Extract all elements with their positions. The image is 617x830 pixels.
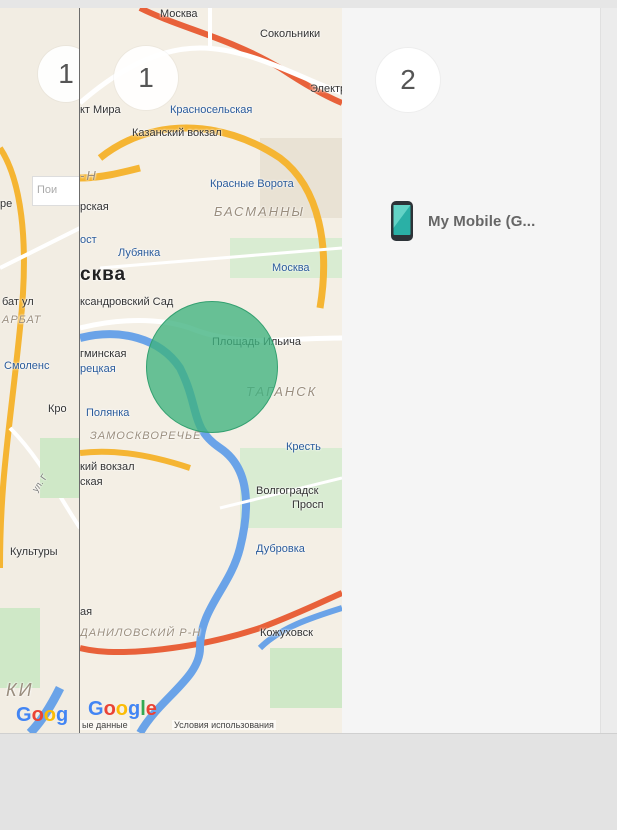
map-district-label: БАСМАННЫ (214, 204, 306, 219)
map-label: кий вокзал (80, 461, 135, 473)
map-label: ская (80, 476, 103, 488)
metro-label: Лубянка (118, 247, 161, 259)
map-data-link[interactable]: ые данные (80, 720, 130, 730)
map-label: ксандровский Сад (80, 296, 174, 308)
metro-label: Красные Ворота (210, 178, 294, 190)
map-label: бат ул (2, 296, 34, 308)
map-label: Кожуховск (260, 627, 313, 639)
step-number-1: 1 (114, 46, 178, 110)
device-item[interactable]: My Mobile (G... (390, 200, 535, 242)
device-name: My Mobile (G... (428, 212, 536, 230)
column-divider (79, 8, 80, 829)
google-logo: Google (88, 698, 157, 720)
map-district-label: КИ (6, 680, 34, 700)
map-label: Волгоградск (256, 485, 319, 497)
map-left-partial[interactable]: ре бат ул АРБАТ Смоленс Кро ул. Г Культу… (0, 8, 80, 733)
map-district-label: -Н (80, 168, 98, 183)
metro-label: Красносельская (170, 104, 253, 116)
map-city-label: сква (80, 264, 127, 285)
metro-label: Дубровка (256, 543, 305, 555)
metro-label: Кресть (286, 441, 321, 453)
metro-label: ост (80, 234, 97, 246)
map-label: Просп (292, 499, 324, 511)
map-label: ая (80, 606, 93, 618)
map-label: Сокольники (260, 28, 321, 40)
map-label: Москва (160, 8, 198, 20)
device-panel (342, 8, 600, 733)
map-district-label: ДАНИЛОВСКИЙ Р-Н (80, 627, 202, 639)
map-label: Культуры (10, 546, 58, 558)
map-main[interactable]: Москва Сокольники Электр кт Мира Краснос… (80, 8, 342, 733)
metro-label: Смоленс (4, 360, 50, 372)
smartphone-icon (391, 201, 413, 241)
metro-label: Полянка (86, 407, 130, 419)
map-label: рская (80, 201, 109, 213)
map-district-label: ЗАМОСКВОРЕЧЬЕ (90, 430, 202, 442)
map-terms-link[interactable]: Условия использования (172, 720, 276, 730)
bottom-area (0, 733, 617, 830)
map-label: гминская (80, 348, 127, 360)
map-label: Кро (48, 403, 67, 415)
map-label: ре (0, 198, 13, 210)
metro-label: рецкая (80, 363, 116, 375)
map-search-input[interactable]: Пои (32, 176, 80, 206)
map-label: Электр (310, 83, 342, 95)
location-accuracy-circle (146, 301, 278, 433)
step-number-2: 2 (376, 48, 440, 112)
metro-label: Москва (272, 262, 310, 274)
map-district-label: АРБАТ (2, 314, 42, 326)
map-label: кт Мира (80, 104, 121, 116)
map-label: Казанский вокзал (132, 127, 222, 139)
side-strip (600, 8, 617, 733)
google-logo: Goog (16, 704, 69, 726)
